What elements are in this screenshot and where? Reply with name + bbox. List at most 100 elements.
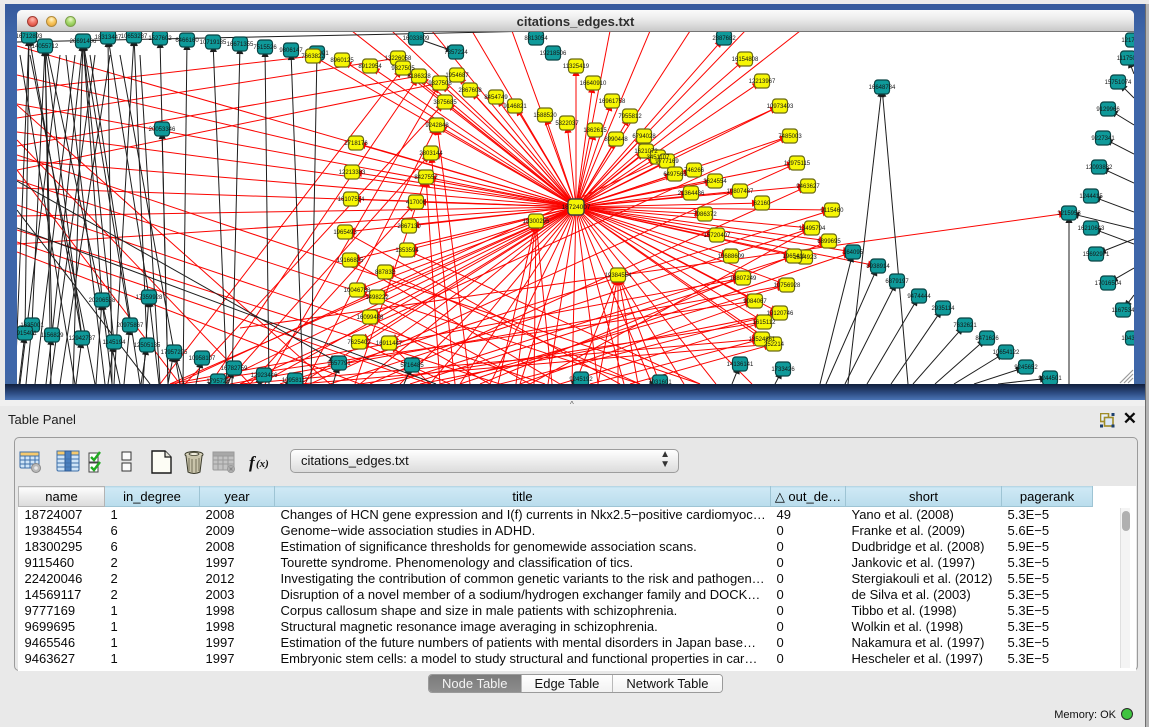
svg-text:3215958: 3215958 [1057,211,1081,217]
svg-text:16712893: 16712893 [17,34,43,40]
svg-text:15720407: 15720407 [704,233,731,239]
svg-text:9806147: 9806147 [279,48,303,54]
svg-text:16671355: 16671355 [227,42,254,48]
svg-text:5716485: 5716485 [400,363,424,369]
svg-text:16961758: 16961758 [599,99,626,105]
svg-text:7515526: 7515526 [253,45,277,51]
svg-text:15751074: 15751074 [1105,80,1132,86]
svg-text:20975867: 20975867 [117,323,144,329]
svg-text:2867130: 2867130 [397,224,421,230]
svg-text:2803144: 2803144 [419,151,443,157]
svg-text:16107554: 16107554 [338,197,365,203]
svg-text:3875685: 3875685 [433,100,457,106]
svg-text:12505135: 12505135 [134,343,161,349]
svg-text:17016504: 17016504 [1095,281,1122,287]
svg-text:8427552: 8427552 [414,175,438,181]
svg-text:1043501: 1043501 [1121,336,1134,342]
svg-text:9327505: 9327505 [391,66,415,72]
svg-text:1244415: 1244415 [1079,194,1103,200]
svg-text:9474444: 9474444 [907,294,931,300]
svg-text:8960125: 8960125 [330,58,354,64]
svg-text:12093832: 12093832 [1086,165,1113,171]
svg-text:1954687: 1954687 [445,73,469,79]
svg-text:10046788: 10046788 [344,288,371,294]
svg-text:1362615: 1362615 [583,128,607,134]
svg-text:746266: 746266 [684,168,705,174]
svg-text:12942737: 12942737 [69,336,96,342]
svg-text:9657791: 9657791 [327,361,351,367]
svg-text:9084067: 9084067 [743,299,767,305]
svg-text:19218506: 19218506 [540,51,567,57]
svg-text:1588520: 1588520 [533,113,557,119]
svg-text:6794028: 6794028 [632,134,656,140]
svg-text:5322037: 5322037 [555,121,579,127]
svg-text:7625402: 7625402 [347,340,371,346]
svg-text:3624554: 3624554 [703,179,727,185]
svg-text:16911447: 16911447 [376,341,403,347]
svg-text:17359928: 17359928 [136,295,163,301]
svg-text:7485003: 7485003 [778,134,802,140]
svg-text:13495794: 13495794 [799,226,826,232]
svg-text:18807249: 18807249 [730,276,757,282]
svg-text:1167534: 1167534 [1112,308,1134,314]
svg-text:7357224: 7357224 [444,50,468,56]
svg-text:10120746: 10120746 [767,311,794,317]
svg-text:2718176: 2718176 [344,141,368,147]
svg-text:8912954: 8912954 [358,64,382,70]
svg-text:1635001: 1635001 [20,323,44,329]
svg-text:14136141: 14136141 [727,362,754,368]
svg-text:9244501: 9244501 [1038,376,1062,382]
svg-text:12975115: 12975115 [784,161,811,167]
svg-text:14055712: 14055712 [32,44,59,50]
svg-text:7955812: 7955812 [618,114,642,120]
svg-text:19166825: 19166825 [337,258,364,264]
svg-text:7632621: 7632621 [953,323,977,329]
svg-text:10807487: 10807487 [727,189,754,195]
svg-text:1145194: 1145194 [103,340,127,346]
svg-text:417006: 417006 [406,200,427,206]
svg-text:1498222: 1498222 [365,295,389,301]
svg-text:62160: 62160 [754,201,771,207]
svg-text:8990448: 8990448 [604,137,628,143]
svg-text:1156829: 1156829 [41,333,65,339]
svg-text:2935114: 2935114 [932,306,956,312]
svg-text:18724007: 18724007 [562,204,591,211]
svg-text:16640910: 16640910 [580,81,607,87]
svg-text:8938914: 8938914 [866,264,890,270]
svg-text:12213383: 12213383 [339,170,366,176]
svg-text:10973493: 10973493 [767,104,794,110]
svg-text:1527602: 1527602 [148,36,172,42]
svg-text:10958107: 10958107 [189,356,216,362]
svg-text:1615112: 1615112 [753,320,777,326]
svg-text:1117503: 1117503 [1117,56,1134,62]
svg-text:20053346: 20053346 [149,127,176,133]
svg-text:252214: 252214 [764,342,785,348]
svg-text:10756928: 10756928 [774,283,801,289]
svg-text:9115460: 9115460 [821,208,845,214]
svg-text:10653287: 10653287 [121,34,148,40]
svg-text:10688609: 10688609 [718,254,745,260]
svg-text:8186328: 8186328 [407,74,431,80]
svg-text:16648784: 16648784 [869,85,896,91]
svg-text:9242848: 9242848 [425,123,449,129]
svg-text:8471626: 8471626 [975,336,999,342]
svg-text:12213967: 12213967 [749,79,776,85]
svg-text:9327508: 9327508 [428,81,452,87]
svg-text:6899695: 6899695 [817,239,841,245]
svg-text:18313447: 18313447 [95,35,122,41]
svg-text:1733426: 1733426 [771,367,795,373]
svg-text:3915401: 3915401 [17,331,37,337]
svg-text:9463627: 9463627 [796,184,820,190]
svg-text:17957225: 17957225 [161,350,188,356]
svg-text:18300295: 18300295 [523,219,550,225]
svg-text:9227341: 9227341 [1091,136,1115,142]
svg-text:20691406: 20691406 [70,39,97,45]
svg-text:16033809: 16033809 [403,36,430,42]
svg-text:13226058: 13226058 [385,56,412,62]
svg-text:(x): (x) [256,458,269,470]
svg-text:9777169: 9777169 [655,159,679,165]
svg-text:10719185: 10719185 [200,40,227,46]
svg-text:8813054: 8813054 [524,36,548,42]
svg-text:1965493: 1965493 [333,230,357,236]
svg-text:6879197: 6879197 [885,279,909,285]
